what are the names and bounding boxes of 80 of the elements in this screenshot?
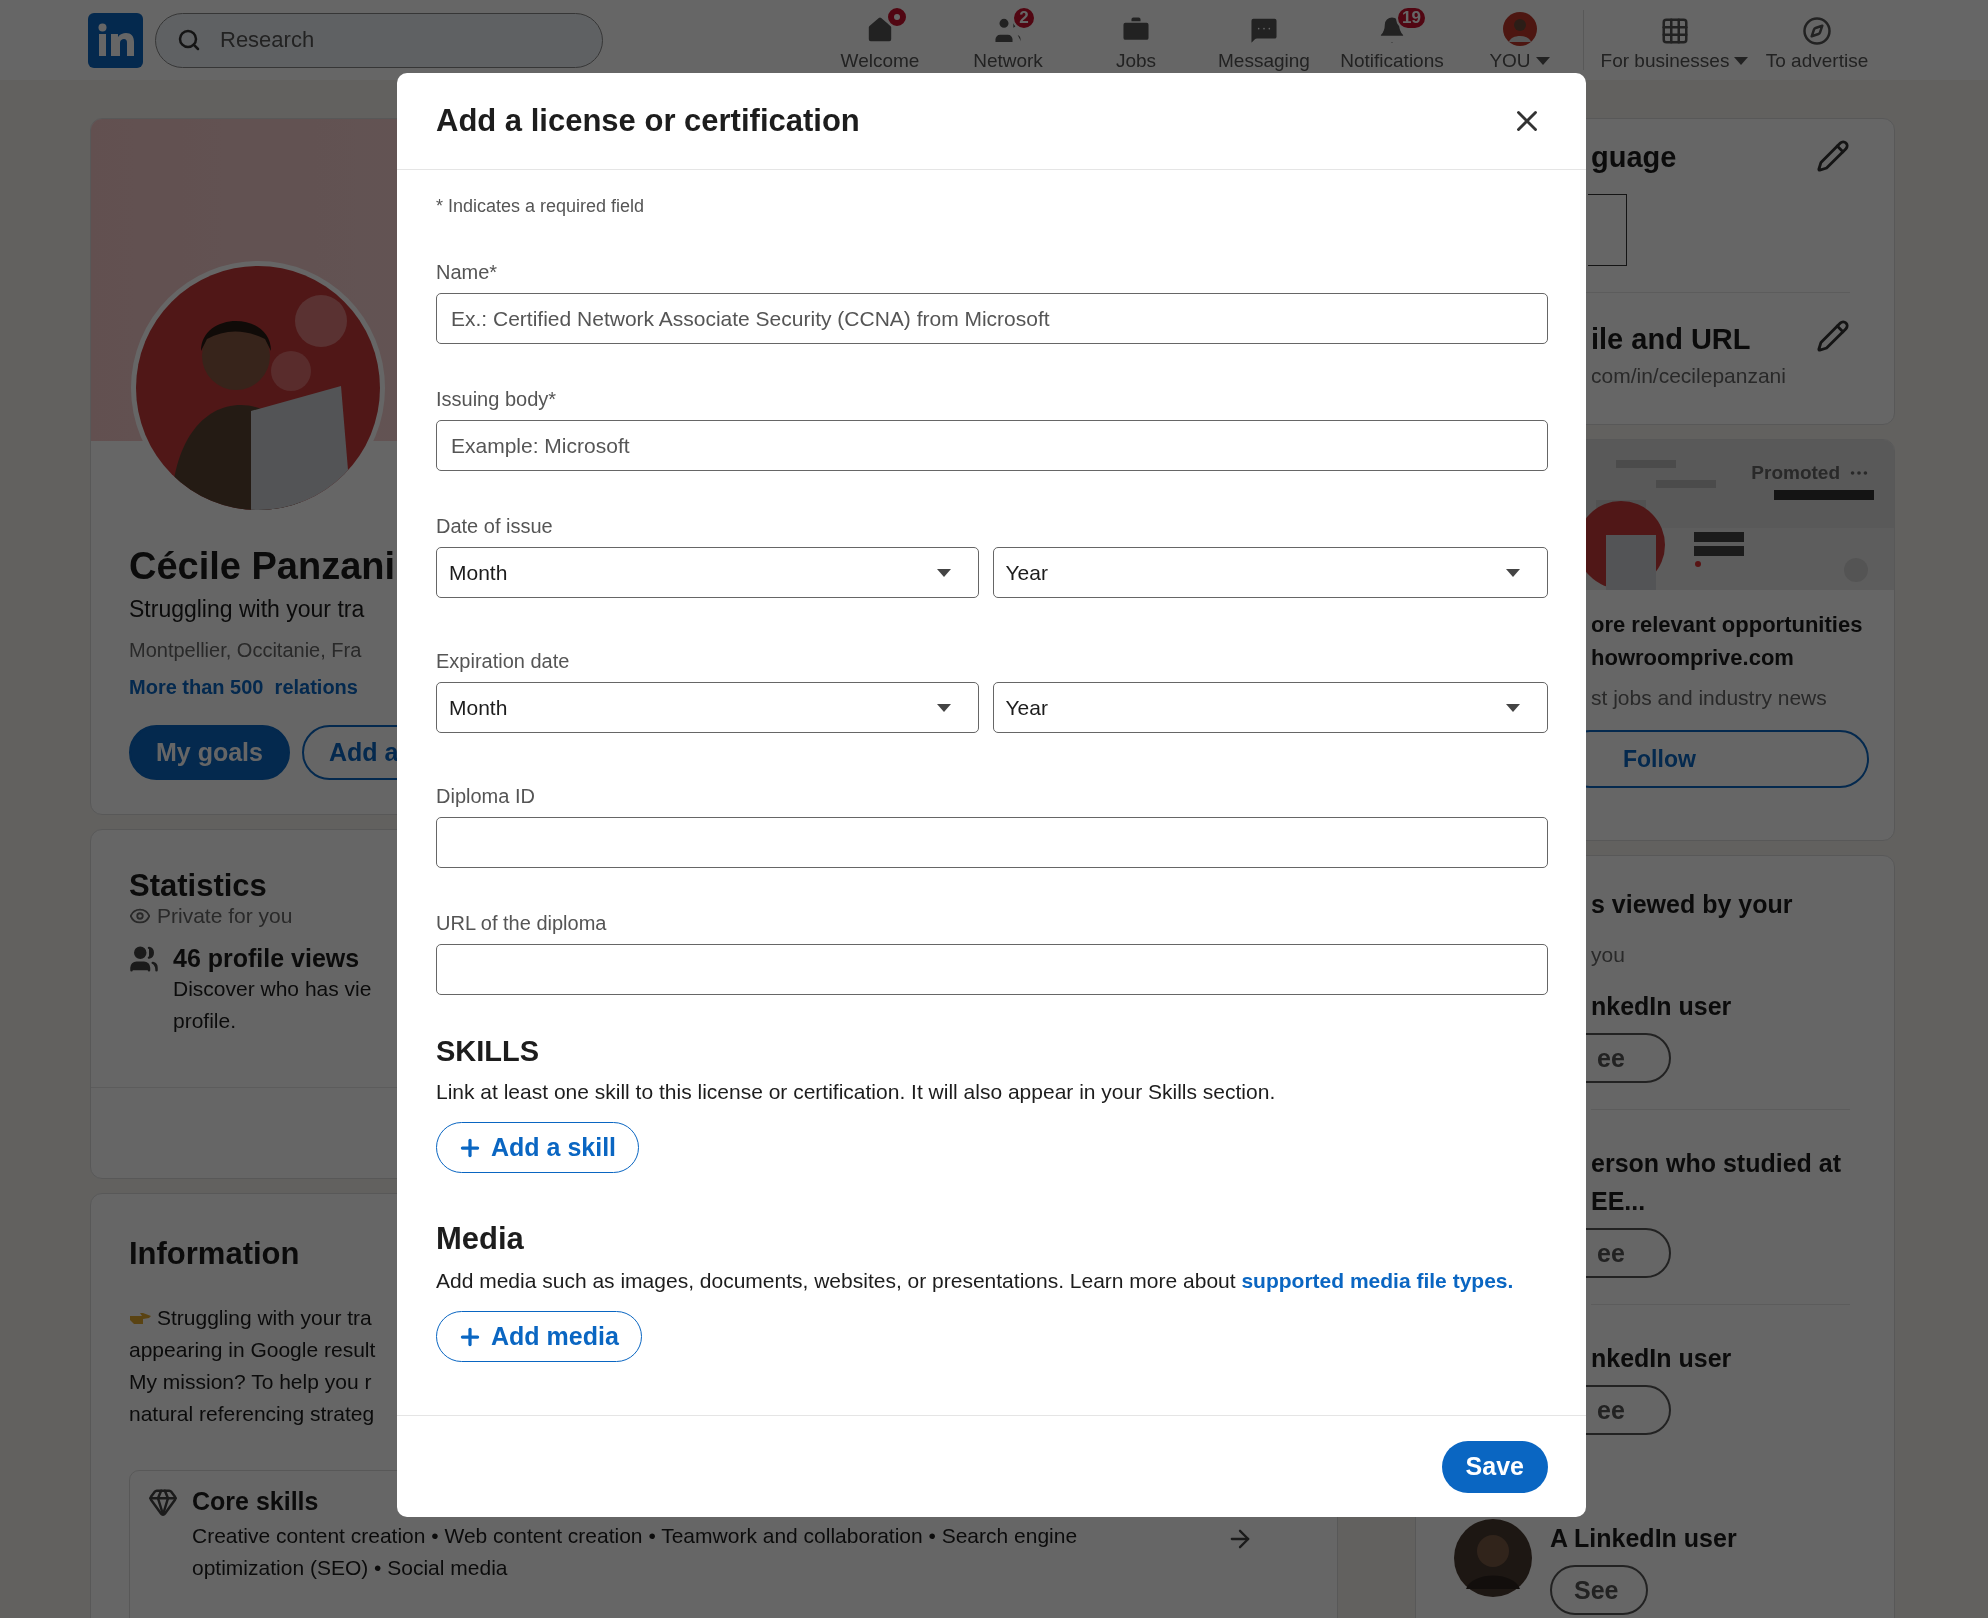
nav-item[interactable]: YOU: [1456, 0, 1584, 80]
core-skills-title: Core skills: [192, 1487, 320, 1516]
dropdown-field[interactable]: Year: [992, 682, 1548, 733]
nav-item[interactable]: Welcome: [816, 0, 944, 80]
nav-item[interactable]: 2 Network: [944, 0, 1072, 80]
section-title: ile and URL: [1591, 323, 1751, 356]
about-text: My mission? To help you r: [129, 1369, 372, 1395]
section-title: SKILLS: [436, 1035, 541, 1068]
gem-icon: [148, 1487, 178, 1517]
about-text: appearing in Google result: [129, 1337, 376, 1363]
pointing-hand-icon: [129, 1310, 151, 1326]
caret-icon: [935, 567, 952, 578]
viewer-name: erson who studied at: [1591, 1148, 1843, 1179]
promo-text: st jobs and industry news: [1591, 686, 1828, 710]
profile-name: Cécile Panzani: [129, 545, 396, 588]
dropdown-field[interactable]: Month: [436, 547, 979, 598]
viewer-name: A LinkedIn user: [1550, 1523, 1737, 1554]
viewer-name: nkedIn user: [1591, 991, 1733, 1022]
empty-box: [1588, 194, 1627, 266]
field-label: Issuing body*: [436, 388, 558, 411]
caret-icon: [935, 702, 952, 713]
field-label: Date of issue: [436, 515, 554, 538]
dropdown-field[interactable]: Month: [436, 682, 979, 733]
input-field[interactable]: Ex.: Certified Network Associate Security (CCNA) from Microsoft: [436, 293, 1548, 344]
search-field[interactable]: Research: [155, 12, 603, 68]
relations-link[interactable]: More than 500 relations: [129, 676, 358, 699]
pencil-icon[interactable]: [1816, 319, 1850, 353]
nav-item[interactable]: 19 Notifications: [1328, 0, 1456, 80]
nav-item[interactable]: For businesses: [1596, 0, 1754, 80]
add-skill-button[interactable]: Add a skill: [436, 1122, 640, 1173]
profile-button[interactable]: My goals: [129, 725, 290, 780]
nav-item[interactable]: To advertise: [1754, 0, 1880, 80]
input-field[interactable]: [436, 817, 1548, 868]
grid-icon: [1660, 16, 1690, 46]
dialog-title: Add a license or certification: [436, 103, 860, 139]
compass-icon: [1802, 16, 1832, 46]
viewer-name: nkedIn user: [1591, 1343, 1733, 1374]
pencil-icon[interactable]: [1816, 139, 1850, 173]
section-title: s viewed by your: [1591, 890, 1793, 919]
section-title: Media: [436, 1221, 525, 1257]
promo-title: ore relevant opportunities: [1591, 611, 1864, 639]
count-badge: 19: [1396, 6, 1427, 30]
profile-headline: Struggling with your tra: [129, 596, 365, 623]
field-label: Diploma ID: [436, 785, 536, 808]
views-description: Discover who has vie: [173, 976, 372, 1002]
see-button[interactable]: See: [1550, 1565, 1648, 1615]
people-icon: [129, 944, 159, 974]
caret-icon: [1505, 702, 1521, 713]
count-badge: 2: [1012, 6, 1036, 30]
profile-views: 46 profile views: [173, 944, 361, 973]
search-icon: [177, 28, 201, 52]
save-button[interactable]: Save: [1441, 1440, 1548, 1493]
media-description: Add media such as images, documents, websites, or presentations. Learn more about supported media file types.: [436, 1268, 1515, 1294]
field-label: Name*: [436, 261, 499, 284]
viewer-name: EE...: [1591, 1186, 1647, 1217]
caret-icon: [1505, 567, 1521, 578]
dropdown-field[interactable]: Year: [992, 547, 1548, 598]
add-media-button[interactable]: Add media: [436, 1311, 642, 1362]
input-field[interactable]: [436, 944, 1548, 995]
promo-title: howroomprive.com: [1591, 644, 1795, 672]
input-field[interactable]: Example: Microsoft: [436, 420, 1548, 471]
viewers-subtitle: you: [1591, 943, 1626, 967]
profile-location: Montpellier, Occitanie, Fra: [129, 639, 362, 662]
about-text: natural referencing strateg: [129, 1401, 375, 1427]
views-description: profile.: [173, 1008, 238, 1034]
section-title: Information: [129, 1236, 300, 1272]
nav-item[interactable]: Jobs: [1072, 0, 1200, 80]
nav-item[interactable]: Messaging: [1200, 0, 1328, 80]
logo-icon[interactable]: [88, 12, 143, 68]
skills-description: Link at least one skill to this license or certification. It will also appear in your Skills section.: [436, 1079, 1277, 1105]
section-title: guage: [1591, 141, 1677, 174]
privacy-note: Private for you: [157, 904, 293, 928]
required-note: * Indicates a required field: [436, 196, 646, 217]
media-types-link[interactable]: supported media file types.: [1241, 1269, 1514, 1292]
about-text: Struggling with your tra: [157, 1305, 372, 1331]
profile-url: com/in/cecilepanzani: [1591, 364, 1787, 388]
section-title: Statistics: [129, 868, 267, 904]
core-skills-text: Creative content creation • Web content creation • Teamwork and collaboration • Search engine optimization (SEO) • Social media: [192, 1523, 1079, 1581]
field-label: Expiration date: [436, 650, 571, 673]
field-label: URL of the diploma: [436, 912, 608, 935]
